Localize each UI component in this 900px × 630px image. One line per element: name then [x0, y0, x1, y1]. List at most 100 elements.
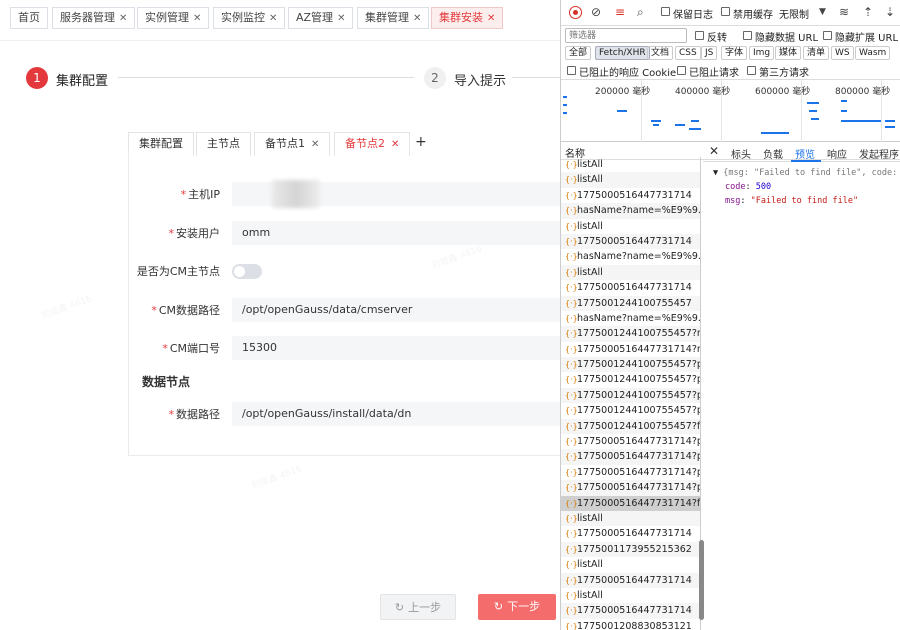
- chevron-down-icon[interactable]: ▼: [819, 7, 826, 17]
- search-icon[interactable]: ⌕: [637, 5, 644, 20]
- tab-cluster-install[interactable]: 集群安装 ✕: [431, 7, 504, 29]
- request-row[interactable]: {·}1775001244100755457?r...: [561, 326, 700, 342]
- request-row[interactable]: {·}listAll: [561, 172, 700, 188]
- tab-home[interactable]: 首页: [10, 7, 48, 29]
- close-icon[interactable]: ✕: [391, 139, 399, 150]
- request-row[interactable]: {·}listAll: [561, 219, 700, 234]
- wifi-settings-icon[interactable]: ≋: [839, 5, 849, 19]
- request-row[interactable]: {·}hasName?name=%E9%9...: [561, 311, 700, 326]
- prev-step-button[interactable]: ↻ 上一步: [380, 594, 456, 620]
- close-icon[interactable]: ✕: [487, 13, 495, 24]
- close-icon[interactable]: ✕: [709, 144, 719, 158]
- request-row[interactable]: {·}1775000516447731714?fi...: [561, 495, 700, 511]
- type-filter-js[interactable]: JS: [701, 46, 718, 60]
- type-filter-wasm[interactable]: Wasm: [855, 46, 891, 60]
- blocked-cookie-checkbox[interactable]: [567, 66, 576, 75]
- close-icon[interactable]: ✕: [119, 13, 127, 24]
- data-path-input[interactable]: [232, 402, 560, 426]
- type-filter-doc[interactable]: 文档: [647, 46, 674, 60]
- hide-data-url-checkbox[interactable]: [743, 31, 752, 40]
- request-name: listAll: [577, 220, 603, 232]
- preserve-log-checkbox[interactable]: [661, 7, 670, 16]
- hide-ext-url-checkbox[interactable]: [823, 31, 832, 40]
- request-row[interactable]: {·}1775001208830853121: [561, 619, 700, 630]
- blocked-request-checkbox[interactable]: [677, 66, 686, 75]
- request-row[interactable]: {·}listAll: [561, 557, 700, 572]
- request-name: 1775001244100755457?p...: [577, 389, 700, 401]
- request-row[interactable]: {·}1775000516447731714?p...: [561, 434, 700, 449]
- throttle-select[interactable]: 无限制: [779, 6, 809, 21]
- request-row[interactable]: {·}1775000516447731714?p...: [561, 449, 700, 465]
- close-icon[interactable]: ✕: [193, 13, 201, 24]
- request-row[interactable]: {·}1775000516447731714: [561, 603, 700, 619]
- download-icon[interactable]: ⇣: [885, 5, 895, 19]
- tab-az-management[interactable]: AZ管理 ✕: [288, 7, 354, 29]
- request-row[interactable]: {·}1775001173955215362: [561, 541, 700, 558]
- invert-checkbox[interactable]: [695, 31, 704, 40]
- record-icon[interactable]: [569, 6, 582, 19]
- tab-headers[interactable]: 标头: [731, 146, 751, 161]
- upload-icon[interactable]: ⇡: [863, 5, 873, 19]
- close-icon[interactable]: ✕: [337, 13, 345, 24]
- disable-cache-checkbox[interactable]: [721, 7, 730, 16]
- request-row[interactable]: {·}1775001244100755457?p...: [561, 403, 700, 418]
- request-row[interactable]: {·}1775000516447731714: [561, 526, 700, 541]
- close-icon[interactable]: ✕: [413, 13, 421, 24]
- tab-cluster-management[interactable]: 集群管理 ✕: [357, 7, 430, 29]
- cm-port-input[interactable]: [232, 336, 560, 360]
- request-row[interactable]: {·}listAll: [561, 588, 700, 603]
- expand-triangle-icon[interactable]: ▼: [713, 168, 723, 178]
- next-step-button[interactable]: ↻ 下一步: [478, 594, 556, 620]
- tab-response[interactable]: 响应: [827, 146, 847, 161]
- type-filter-all[interactable]: 全部: [565, 46, 592, 60]
- type-filter-xhr[interactable]: Fetch/XHR: [595, 46, 650, 60]
- third-party-checkbox[interactable]: [747, 66, 756, 75]
- add-tab-button[interactable]: +: [415, 134, 427, 150]
- type-filter-manifest[interactable]: 清单: [803, 46, 830, 60]
- request-row[interactable]: {·}1775000516447731714?p...: [561, 480, 700, 496]
- filter-input[interactable]: [565, 28, 687, 43]
- request-row[interactable]: {·}1775000516447731714: [561, 188, 700, 203]
- type-filter-font[interactable]: 字体: [721, 46, 748, 60]
- close-icon[interactable]: ✕: [311, 139, 319, 150]
- request-row[interactable]: {·}1775000516447731714?p...: [561, 465, 700, 480]
- tab-payload[interactable]: 负载: [763, 146, 783, 161]
- cm-data-path-input[interactable]: [232, 298, 560, 322]
- tab-instance-monitor[interactable]: 实例监控 ✕: [213, 7, 286, 29]
- refresh-icon: ↻: [394, 601, 405, 614]
- type-filter-ws[interactable]: WS: [831, 46, 854, 60]
- tab-preview[interactable]: 预览: [795, 146, 815, 161]
- request-row[interactable]: {·}1775000516447731714: [561, 572, 700, 588]
- type-filter-media[interactable]: 媒体: [775, 46, 802, 60]
- cm-master-toggle[interactable]: [232, 264, 262, 279]
- request-row[interactable]: {·}1775000516447731714: [561, 280, 700, 295]
- request-row[interactable]: {·}1775000516447731714?r...: [561, 342, 700, 357]
- json-summary: {msg: "Failed to find file", code: 500}: [723, 168, 900, 178]
- filter-icon[interactable]: ≡: [615, 5, 625, 19]
- request-row[interactable]: {·}1775001244100755457: [561, 295, 700, 311]
- json-row: code: 500: [725, 182, 900, 192]
- clear-icon[interactable]: ⊘: [591, 5, 601, 19]
- tab-initiator[interactable]: 发起程序: [859, 146, 899, 161]
- request-row[interactable]: {·}1775001244100755457?fi...: [561, 418, 700, 435]
- type-filter-img[interactable]: Img: [749, 46, 775, 60]
- install-user-input[interactable]: [232, 221, 560, 245]
- json-root-row[interactable]: ▼ {msg: "Failed to find file", code: 500…: [713, 168, 900, 178]
- install-user-row: * 安装用户: [128, 221, 560, 245]
- type-filter-css[interactable]: CSS: [675, 46, 701, 60]
- tab-server-management[interactable]: 服务器管理 ✕: [52, 7, 136, 29]
- close-icon[interactable]: ✕: [269, 13, 277, 24]
- request-row[interactable]: {·}hasName?name=%E9%9...: [561, 249, 700, 264]
- request-row[interactable]: {·}1775001244100755457?p...: [561, 387, 700, 404]
- xhr-icon: {·}: [565, 252, 578, 262]
- request-row[interactable]: {·}listAll: [561, 510, 700, 527]
- request-row[interactable]: {·}1775001244100755457?p...: [561, 372, 700, 387]
- json-row: msg: "Failed to find file": [725, 196, 900, 206]
- request-name: listAll: [577, 512, 603, 524]
- request-row[interactable]: {·}listAll: [561, 157, 700, 172]
- request-row[interactable]: {·}listAll: [561, 264, 700, 281]
- tab-instance-management[interactable]: 实例管理 ✕: [137, 7, 210, 29]
- request-row[interactable]: {·}1775000516447731714: [561, 233, 700, 250]
- request-row[interactable]: {·}hasName?name=%E9%9...: [561, 203, 700, 219]
- request-row[interactable]: {·}1775001244100755457?p...: [561, 357, 700, 373]
